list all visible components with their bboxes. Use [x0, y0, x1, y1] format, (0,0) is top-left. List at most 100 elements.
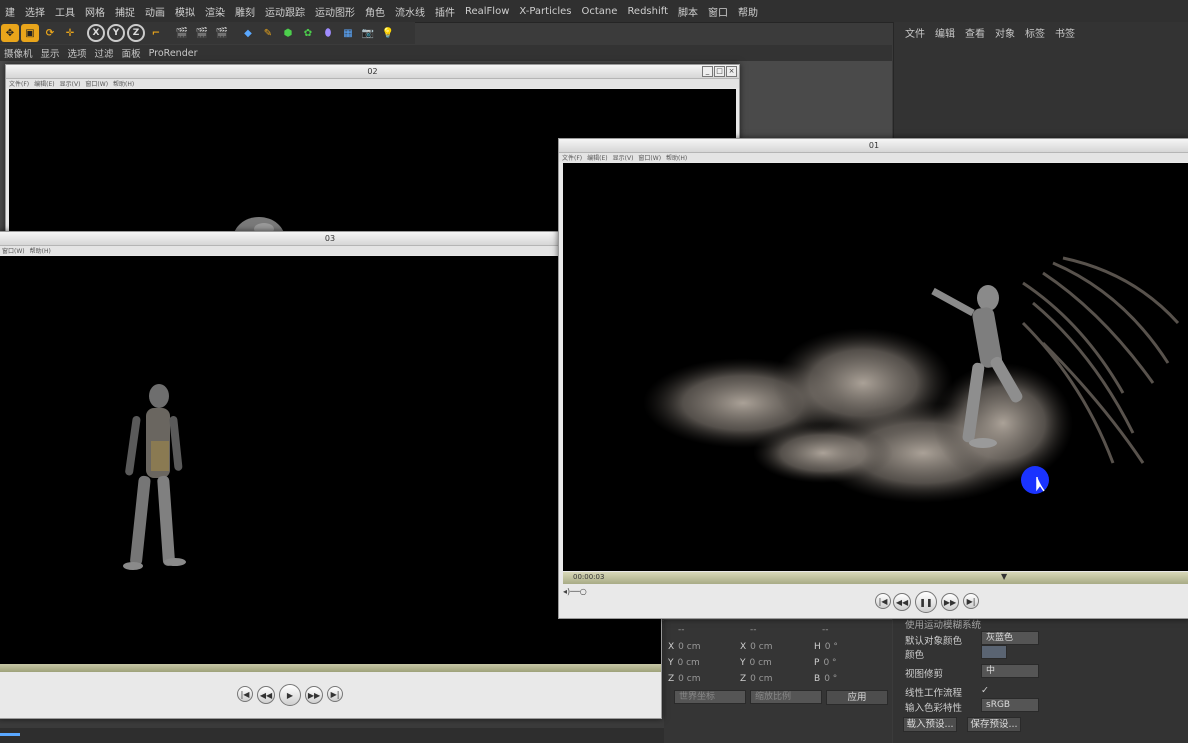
menu-item-0[interactable]: 建 — [0, 4, 20, 19]
object-manager-menu-item-1[interactable]: 编辑 — [930, 25, 960, 40]
coord-field[interactable]: Y 0 cm — [740, 658, 772, 668]
viewer-menu-item-2[interactable]: 显示(V) — [60, 79, 81, 88]
color-swatch[interactable] — [981, 645, 1007, 659]
deformer-icon[interactable]: ⬮ — [319, 24, 337, 42]
coord-value[interactable]: 0 cm — [750, 658, 772, 668]
menu-item-15[interactable]: X-Particles — [514, 6, 576, 17]
coord-value[interactable]: 0 ° — [825, 642, 838, 652]
menu-item-5[interactable]: 动画 — [140, 4, 170, 19]
scale-tool-icon[interactable]: ▣ — [21, 24, 39, 42]
cube-icon[interactable]: ◆ — [239, 24, 257, 42]
menu-item-13[interactable]: 插件 — [430, 4, 460, 19]
coord-field[interactable]: B0 ° — [814, 674, 837, 684]
camera-icon[interactable]: 📷 — [359, 24, 377, 42]
menu-item-3[interactable]: 网格 — [80, 4, 110, 19]
menu-item-19[interactable]: 窗口 — [703, 4, 733, 19]
menu-item-16[interactable]: Octane — [577, 6, 623, 17]
cloner-icon[interactable]: ✿ — [299, 24, 317, 42]
render-picture-viewer-icon[interactable]: 🎬 — [193, 24, 211, 42]
coord-field[interactable]: H 0 ° — [814, 642, 838, 652]
menu-item-10[interactable]: 运动图形 — [310, 4, 360, 19]
save-preset-button[interactable]: 保存预设... — [967, 717, 1021, 732]
object-manager-menu-item-3[interactable]: 对象 — [990, 25, 1020, 40]
menu-item-18[interactable]: 脚本 — [673, 4, 703, 19]
menu-item-2[interactable]: 工具 — [50, 4, 80, 19]
close-icon[interactable]: × — [726, 66, 737, 77]
timeline-bar[interactable]: 00:00:03 ▼ — [563, 572, 1188, 584]
menu-item-1[interactable]: 选择 — [20, 4, 50, 19]
rewind-icon[interactable]: ◀◀ — [257, 686, 275, 704]
viewer-menu-item-1[interactable]: 编辑(E) — [34, 79, 54, 88]
menu-item-11[interactable]: 角色 — [360, 4, 390, 19]
light-icon[interactable]: 💡 — [379, 24, 397, 42]
pause-icon[interactable]: ❚❚ — [915, 591, 937, 613]
render-settings-icon[interactable]: 🎬 — [213, 24, 231, 42]
coord-value[interactable]: 0 ° — [824, 674, 837, 684]
input-color-dropdown[interactable]: sRGB — [981, 698, 1039, 712]
menu-item-17[interactable]: Redshift — [622, 6, 673, 17]
go-to-end-icon[interactable]: ▶| — [327, 686, 343, 702]
viewer-menu-item-0[interactable]: 窗口(W) — [2, 246, 25, 255]
coord-value[interactable]: 0 cm — [750, 642, 772, 652]
viewer-menu-item-4[interactable]: 帮助(H) — [113, 79, 134, 88]
object-manager-menu-item-0[interactable]: 文件 — [900, 25, 930, 40]
coord-field[interactable]: P0 ° — [814, 658, 837, 668]
world-coordinates-dropdown[interactable]: 世界坐标 — [674, 690, 746, 704]
menu-item-4[interactable]: 捕捉 — [110, 4, 140, 19]
coord-value[interactable]: 0 cm — [678, 674, 700, 684]
coord-field[interactable]: X0 cm — [668, 642, 700, 652]
menu-item-6[interactable]: 模拟 — [170, 4, 200, 19]
timeline-playhead-icon[interactable]: ▼ — [1001, 572, 1007, 581]
menu-item-20[interactable]: 帮助 — [733, 4, 763, 19]
viewport-menu-item-1[interactable]: 显示 — [37, 46, 64, 60]
viewer-menu-item-1[interactable]: 帮助(H) — [30, 246, 51, 255]
go-to-start-icon[interactable]: |◀ — [875, 593, 891, 609]
viewer-menu-item-0[interactable]: 文件(F) — [9, 79, 29, 88]
subdivision-icon[interactable]: ⬢ — [279, 24, 297, 42]
add-tool-icon[interactable]: ✛ — [61, 24, 79, 42]
axis-y-button[interactable]: Y — [107, 24, 125, 42]
object-manager-menu-item-4[interactable]: 标签 — [1020, 25, 1050, 40]
coord-value[interactable]: 0 cm — [750, 674, 772, 684]
viewer-menu-item-0[interactable]: 文件(F) — [562, 153, 582, 162]
view-clip-dropdown[interactable]: 中 — [981, 664, 1039, 678]
rotate-tool-icon[interactable]: ⟳ — [41, 24, 59, 42]
maximize-icon[interactable]: □ — [714, 66, 725, 77]
play-icon[interactable]: ▶ — [279, 684, 301, 706]
fast-forward-icon[interactable]: ▶▶ — [941, 593, 959, 611]
viewport-menu-item-4[interactable]: 面板 — [118, 46, 145, 60]
coord-value[interactable]: 0 ° — [823, 658, 836, 668]
viewer-menu-item-1[interactable]: 编辑(E) — [587, 153, 607, 162]
viewport-menu-item-2[interactable]: 选项 — [64, 46, 91, 60]
menu-item-12[interactable]: 流水线 — [390, 4, 430, 19]
coord-field[interactable]: X0 cm — [740, 642, 772, 652]
floor-icon[interactable]: ▦ — [339, 24, 357, 42]
go-to-end-icon[interactable]: ▶| — [963, 593, 979, 609]
menu-item-7[interactable]: 渲染 — [200, 4, 230, 19]
apply-button[interactable]: 应用 — [826, 690, 888, 705]
viewer-menu-item-3[interactable]: 窗口(W) — [85, 79, 108, 88]
pen-icon[interactable]: ✎ — [259, 24, 277, 42]
viewport-menu-item-3[interactable]: 过滤 — [91, 46, 118, 60]
menu-item-14[interactable]: RealFlow — [460, 6, 514, 17]
rewind-icon[interactable]: ◀◀ — [893, 593, 911, 611]
menu-item-8[interactable]: 雕刻 — [230, 4, 260, 19]
coord-field[interactable]: Z0 cm — [740, 674, 772, 684]
load-preset-button[interactable]: 载入预设... — [903, 717, 957, 732]
axis-x-button[interactable]: X — [87, 24, 105, 42]
menu-item-9[interactable]: 运动跟踪 — [260, 4, 310, 19]
viewer-menu-item-3[interactable]: 窗口(W) — [638, 153, 661, 162]
viewer-menu-item-2[interactable]: 显示(V) — [613, 153, 634, 162]
object-manager-menu-item-2[interactable]: 查看 — [960, 25, 990, 40]
minimize-icon[interactable]: _ — [702, 66, 713, 77]
coord-field[interactable]: Z0 cm — [668, 674, 700, 684]
timeline-bar[interactable] — [0, 664, 661, 672]
fast-forward-icon[interactable]: ▶▶ — [305, 686, 323, 704]
scale-dropdown[interactable]: 缩放比例 — [750, 690, 822, 704]
default-color-dropdown[interactable]: 灰蓝色 — [981, 631, 1039, 645]
volume-slider[interactable]: ◂)──○ — [563, 587, 603, 597]
viewport-menu-item-5[interactable]: ProRender — [145, 48, 202, 59]
axis-z-button[interactable]: Z — [127, 24, 145, 42]
linear-workflow-checkbox[interactable]: ✓ — [981, 685, 989, 696]
viewport-menu-item-0[interactable]: 摄像机 — [0, 46, 37, 60]
